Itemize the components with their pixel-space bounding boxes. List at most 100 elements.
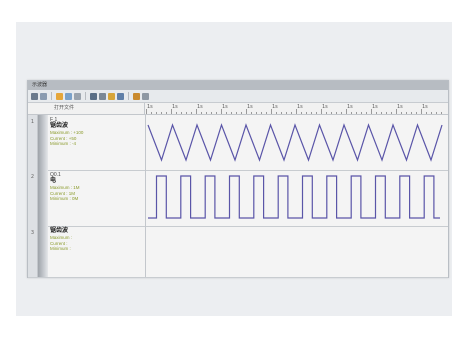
- ruler-major-tick: [396, 109, 397, 114]
- ruler-major-tick: [421, 109, 422, 114]
- ruler-minor-tick: [256, 112, 257, 114]
- ruler-minor-tick: [416, 112, 417, 114]
- waveform-plot: [146, 226, 446, 277]
- color-icon[interactable]: [108, 92, 115, 100]
- ruler-major-tick: [146, 109, 147, 114]
- ruler-minor-tick: [351, 112, 352, 114]
- settings-icon[interactable]: [133, 92, 140, 100]
- grid-icon[interactable]: [99, 92, 106, 100]
- ruler-minor-tick: [386, 112, 387, 114]
- track-number: 3: [28, 226, 38, 277]
- ruler-major-tick: [171, 109, 172, 114]
- ruler-label: 1s: [172, 104, 178, 110]
- ruler-label: 1s: [322, 104, 328, 110]
- ruler-label: 1s: [197, 104, 203, 110]
- ruler-major-tick: [221, 109, 222, 114]
- column-header: 打开文件: [39, 103, 145, 114]
- ruler-minor-tick: [376, 112, 377, 114]
- track-meta-line: Minimum :: [50, 246, 71, 251]
- track-meta-line: Minimum : -4: [50, 141, 77, 146]
- ruler-minor-tick: [276, 112, 277, 114]
- pencil-icon[interactable]: [74, 92, 81, 100]
- track-number: 2: [28, 170, 38, 226]
- ruler-minor-tick: [411, 112, 412, 114]
- sawtooth-waveform: [147, 123, 443, 162]
- ruler-minor-tick: [441, 112, 442, 114]
- ruler-label: 1s: [422, 104, 428, 110]
- ruler-minor-tick: [281, 112, 282, 114]
- ruler-minor-tick: [201, 112, 202, 114]
- save-icon[interactable]: [56, 92, 63, 100]
- ruler-minor-tick: [336, 112, 337, 114]
- track-grip-handle[interactable]: [38, 115, 48, 170]
- ruler-label: 1s: [222, 104, 228, 110]
- oscilloscope-window: 示波器 打开文件 1s 1s 1s 1s 1s 1s 1s 1s 1s 1s 1s 1s 1 F 1 锯齿…: [27, 80, 449, 278]
- ruler-minor-tick: [331, 112, 332, 114]
- timeline-header: 打开文件 1s 1s 1s 1s 1s 1s 1s 1s 1s 1s 1s 1s: [28, 103, 448, 115]
- ruler-minor-tick: [366, 112, 367, 114]
- ruler-minor-tick: [286, 112, 287, 114]
- stop-icon[interactable]: [142, 92, 149, 100]
- track-name: 锯齿波: [50, 228, 69, 234]
- ruler-label: 1s: [297, 104, 303, 110]
- signal-track[interactable]: 1 F 1 锯齿波 Maximum : +100 Current : +50 Minimu…: [28, 115, 448, 171]
- ruler-minor-tick: [181, 112, 182, 114]
- ruler-label: 1s: [272, 104, 278, 110]
- ruler-minor-tick: [211, 112, 212, 114]
- ruler-minor-tick: [316, 112, 317, 114]
- ruler-minor-tick: [426, 112, 427, 114]
- waveform-plot: [148, 175, 440, 219]
- square-waveform: [148, 175, 440, 219]
- ruler-major-tick: [246, 109, 247, 114]
- ruler-minor-tick: [326, 112, 327, 114]
- ruler-minor-tick: [186, 112, 187, 114]
- ruler-minor-tick: [151, 112, 152, 114]
- ruler-minor-tick: [251, 112, 252, 114]
- track-meta-line: Minimum : 0M: [50, 196, 79, 201]
- ruler-major-tick: [321, 109, 322, 114]
- ruler-minor-tick: [381, 112, 382, 114]
- ruler-minor-tick: [341, 112, 342, 114]
- ruler-minor-tick: [266, 112, 267, 114]
- track-grip-handle[interactable]: [38, 226, 48, 277]
- toolbar-separator: [51, 92, 52, 100]
- ruler-minor-tick: [241, 112, 242, 114]
- toolbar: [28, 90, 448, 103]
- ruler-minor-tick: [261, 112, 262, 114]
- toolbar-separator: [128, 92, 129, 100]
- window-title: 示波器: [28, 81, 448, 90]
- ruler-minor-tick: [156, 112, 157, 114]
- play-icon[interactable]: [31, 92, 38, 100]
- zoom-icon[interactable]: [65, 92, 72, 100]
- time-ruler[interactable]: 1s 1s 1s 1s 1s 1s 1s 1s 1s 1s 1s 1s: [146, 103, 446, 114]
- ruler-label: 1s: [372, 104, 378, 110]
- ruler-major-tick: [371, 109, 372, 114]
- ruler-minor-tick: [356, 112, 357, 114]
- ruler-minor-tick: [206, 112, 207, 114]
- ruler-minor-tick: [231, 112, 232, 114]
- waveform-plot: [147, 123, 443, 162]
- ruler-minor-tick: [291, 112, 292, 114]
- track-number: 1: [28, 115, 38, 170]
- track-grip-handle[interactable]: [38, 170, 48, 226]
- ruler-minor-tick: [431, 112, 432, 114]
- ruler-minor-tick: [436, 112, 437, 114]
- open-icon[interactable]: [40, 92, 47, 100]
- trigger-icon[interactable]: [117, 92, 124, 100]
- ruler-label: 1s: [347, 104, 353, 110]
- track-name: 锯齿波: [50, 123, 69, 129]
- ruler-minor-tick: [401, 112, 402, 114]
- track-info: Q0.1 电 Maximum : 1M Current : 1M Minimum : 0…: [50, 172, 145, 202]
- track-name: 电: [50, 178, 57, 184]
- toolbar-separator: [85, 92, 86, 100]
- ruler-minor-tick: [161, 112, 162, 114]
- ruler-label: 1s: [147, 104, 153, 110]
- cursor-icon[interactable]: [90, 92, 97, 100]
- signal-track[interactable]: 3 锯齿波 Maximum : Current : Minimum :: [28, 226, 448, 278]
- signal-track[interactable]: 2 Q0.1 电 Maximum : 1M Current : 1M Minimum : …: [28, 170, 448, 227]
- ruler-minor-tick: [236, 112, 237, 114]
- track-info: 锯齿波 Maximum : Current : Minimum :: [50, 228, 145, 252]
- ruler-minor-tick: [176, 112, 177, 114]
- ruler-minor-tick: [166, 112, 167, 114]
- ruler-minor-tick: [191, 112, 192, 114]
